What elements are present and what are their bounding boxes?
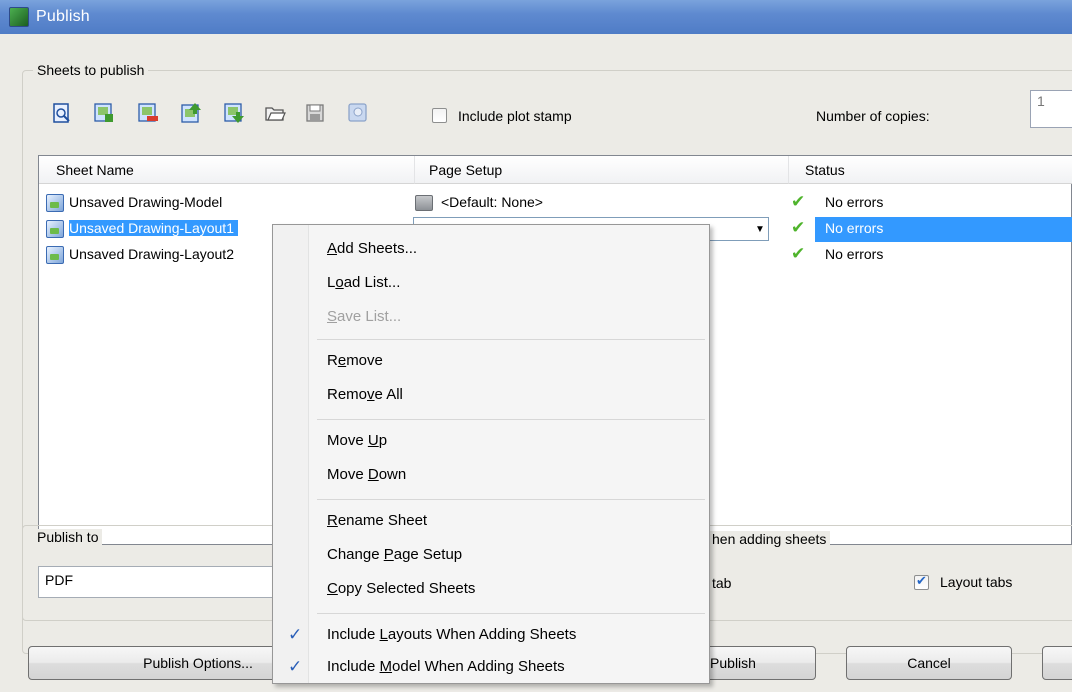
number-of-copies-value: 1 (1037, 93, 1045, 109)
sheet-name: Unsaved Drawing-Layout1 (69, 220, 238, 236)
context-menu: Add Sheets... Load List... Save List... … (272, 224, 710, 684)
column-header-page-setup[interactable]: Page Setup (415, 156, 789, 184)
model-tab-label: tab (712, 575, 732, 591)
dwg-sheet-icon (46, 194, 64, 212)
plot-stamp-settings-icon[interactable] (347, 102, 369, 124)
publish-to-value: PDF (45, 572, 73, 588)
menu-separator (317, 419, 705, 420)
page-setup: <Default: None> (441, 194, 543, 210)
checkmark-icon: ✓ (288, 657, 303, 676)
layout-tabs-checkbox[interactable] (914, 573, 929, 590)
help-button[interactable] (1042, 646, 1072, 680)
menu-item-include-model[interactable]: ✓ Include Model When Adding Sheets (275, 651, 707, 683)
sheet-name: Unsaved Drawing-Layout2 (69, 246, 234, 262)
adding-sheets-label: hen adding sheets (708, 531, 831, 547)
publish-to-select[interactable]: PDF (38, 566, 278, 598)
menu-separator (317, 613, 705, 614)
dwg-sheet-icon (46, 246, 64, 264)
menu-item-move-down[interactable]: Move Down (275, 459, 707, 491)
printer-icon (415, 195, 433, 211)
move-down-icon[interactable] (223, 102, 245, 124)
menu-item-move-up[interactable]: Move Up (275, 425, 707, 457)
sheets-to-publish-label: Sheets to publish (33, 62, 149, 78)
add-sheets-icon[interactable] (93, 102, 115, 124)
status-ok-icon: ✔ (791, 244, 806, 263)
window-title: Publish (36, 8, 90, 25)
chevron-down-icon[interactable]: ▼ (752, 218, 768, 240)
save-list-icon[interactable] (304, 102, 326, 124)
sheet-name: Unsaved Drawing-Model (69, 194, 223, 210)
column-header-status[interactable]: Status (789, 156, 1072, 184)
menu-item-save-list: Save List... (327, 308, 402, 325)
include-plot-stamp-checkbox[interactable] (432, 108, 447, 123)
dwg-sheet-icon (46, 220, 64, 238)
menu-item-load-list[interactable]: Load List... (275, 267, 707, 299)
number-of-copies-input[interactable]: 1 (1030, 90, 1072, 128)
status: No errors (815, 217, 1072, 242)
menu-item-remove-all[interactable]: Remove All (275, 379, 707, 411)
publish-to-label: Publish to (33, 529, 103, 545)
title-bar: Publish (0, 0, 1072, 34)
menu-item-rename-sheet[interactable]: Rename Sheet (275, 505, 707, 537)
layout-tabs-label: Layout tabs (940, 574, 1013, 590)
menu-item-change-page-setup[interactable]: Change Page Setup (275, 539, 707, 571)
remove-sheets-icon[interactable] (137, 102, 159, 124)
status: No errors (825, 246, 884, 262)
menu-item-copy-selected-sheets[interactable]: Copy Selected Sheets (275, 573, 707, 605)
column-header-sheet-name[interactable]: Sheet Name (39, 156, 415, 184)
menu-separator (317, 339, 705, 340)
menu-item-include-layouts[interactable]: ✓ Include Layouts When Adding Sheets (275, 619, 707, 651)
load-list-icon[interactable] (264, 102, 286, 124)
checkmark-icon: ✓ (288, 625, 303, 644)
app-icon (9, 7, 29, 27)
cancel-button[interactable]: Cancel (846, 646, 1012, 680)
menu-separator (317, 499, 705, 500)
include-plot-stamp-label: Include plot stamp (458, 108, 572, 124)
menu-item-remove[interactable]: Remove (275, 345, 707, 377)
move-up-icon[interactable] (180, 102, 202, 124)
preview-icon[interactable] (51, 102, 73, 124)
number-of-copies-label: Number of copies: (816, 108, 930, 124)
status-ok-icon: ✔ (791, 192, 806, 211)
table-row[interactable]: Unsaved Drawing-Model <Default: None> ✔ … (39, 191, 1072, 217)
menu-item-add-sheets[interactable]: Add Sheets... (275, 233, 707, 265)
status-ok-icon: ✔ (791, 218, 806, 237)
status: No errors (825, 194, 884, 210)
